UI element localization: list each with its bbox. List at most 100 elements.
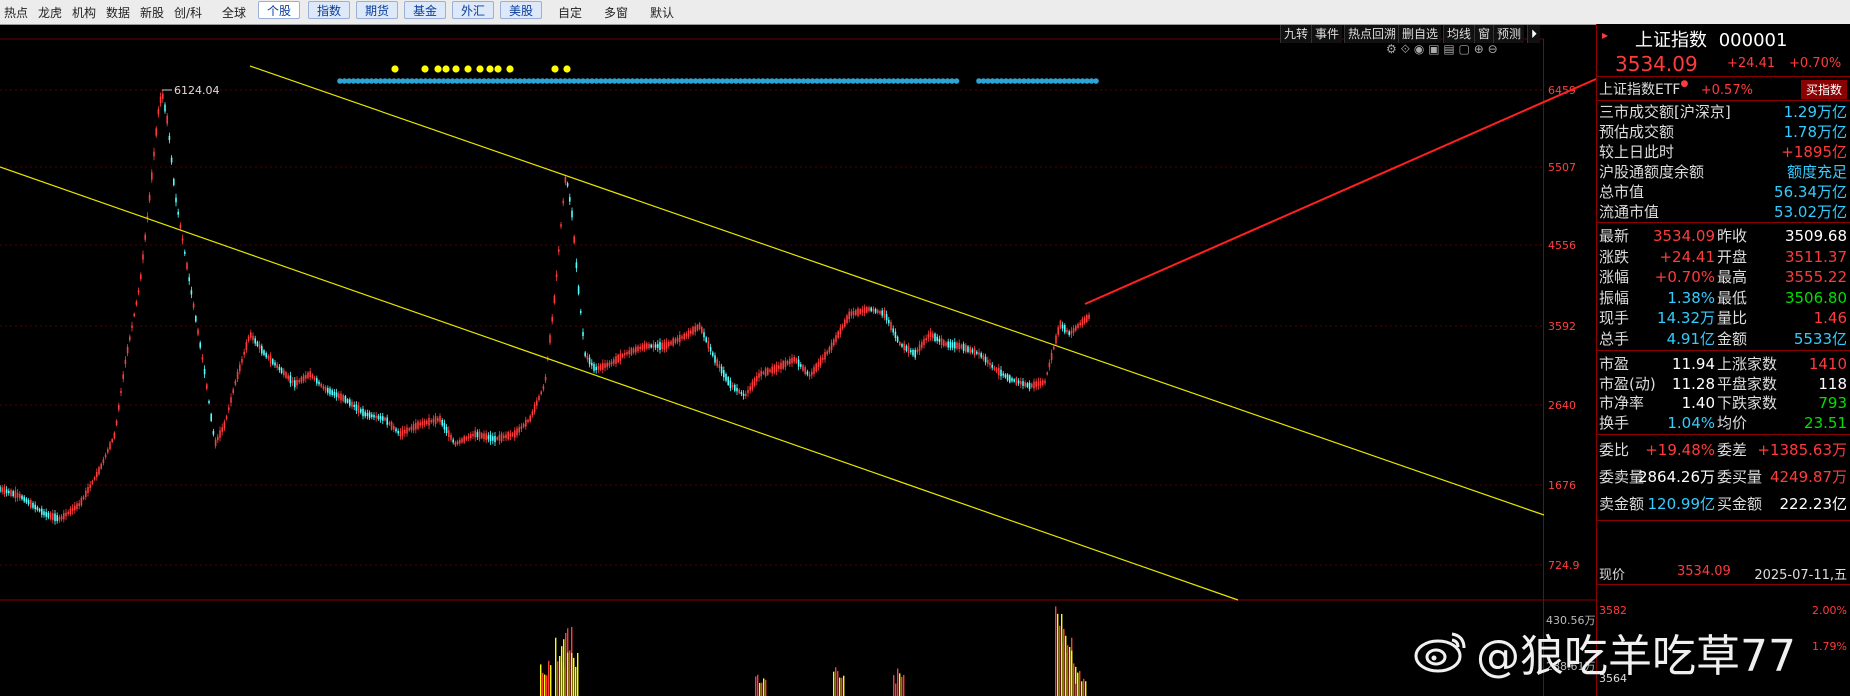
- btn-index[interactable]: 指数: [308, 1, 351, 19]
- candle-body: [989, 362, 991, 366]
- candle-body: [670, 341, 672, 345]
- menu-moving-average[interactable]: 均线: [1443, 25, 1475, 43]
- candle-body: [115, 420, 118, 426]
- candle-body: [747, 389, 749, 394]
- candle-body: [85, 490, 87, 497]
- menu-window[interactable]: 窗: [1474, 25, 1494, 43]
- menu-hotspot-review[interactable]: 热点回溯: [1344, 25, 1400, 43]
- stat-label: 流通市值: [1599, 203, 1660, 221]
- y-tick-label: 5507: [1548, 161, 1576, 174]
- tab-multi-window[interactable]: 多窗: [604, 4, 628, 21]
- stat-label: 沪股通额度余额: [1599, 163, 1705, 181]
- candle-body: [883, 309, 886, 318]
- trash-icon[interactable]: ▤: [1443, 42, 1454, 56]
- candle-body: [104, 454, 107, 458]
- signal-dots-row: [337, 65, 1099, 84]
- candle-body: [118, 404, 120, 410]
- menu-forecast[interactable]: 预测: [1493, 25, 1525, 43]
- candle-body: [305, 374, 307, 379]
- stat-row: 沪股通额度余额 额度充足: [1599, 162, 1847, 182]
- candle-body: [826, 351, 828, 355]
- tab-star-market[interactable]: 创/科: [174, 4, 202, 21]
- btn-forex[interactable]: 外汇: [452, 1, 495, 19]
- candle-body: [397, 430, 399, 434]
- candle-body: [718, 364, 721, 369]
- candle-body: [727, 377, 729, 385]
- zoom-in-icon[interactable]: ⊕: [1474, 42, 1484, 56]
- volume-bar: [573, 657, 575, 696]
- candle-body: [1031, 383, 1033, 388]
- tab-data[interactable]: 数据: [106, 4, 130, 21]
- panel-toggle-icon[interactable]: ⏵: [1527, 25, 1541, 43]
- pin-icon[interactable]: ▸: [1597, 24, 1613, 46]
- lock-icon[interactable]: ▢: [1459, 42, 1470, 56]
- kline-chart-area[interactable]: 6459 5507 4556 3592 2640 1676 724.9 6124.04 43…: [0, 24, 1596, 696]
- candle-body: [1022, 381, 1024, 386]
- tab-custom[interactable]: 自定: [558, 4, 582, 21]
- stat-value: 53.02万亿: [1774, 203, 1847, 221]
- volume-bar: [1055, 606, 1057, 696]
- candle-body: [1028, 382, 1031, 389]
- filter-icon[interactable]: ⟐: [1401, 42, 1410, 56]
- candle-body: [668, 342, 670, 347]
- candle-body: [646, 343, 648, 349]
- candle-body: [639, 346, 641, 350]
- kline-chart[interactable]: 645955074556359226401676724.9 6124.04 43…: [0, 24, 1596, 696]
- candle-body: [901, 343, 903, 347]
- btn-us-stock[interactable]: 美股: [500, 1, 543, 19]
- candle-body: [593, 364, 595, 371]
- menu-events[interactable]: 事件: [1311, 25, 1343, 43]
- volume-bar: [1081, 681, 1083, 696]
- candle-body: [560, 224, 562, 227]
- candle-body: [426, 420, 428, 425]
- menu-jiuzhuan[interactable]: 九转: [1280, 25, 1312, 43]
- tab-default[interactable]: 默认: [650, 4, 674, 21]
- candle-body: [236, 371, 239, 380]
- btn-fund[interactable]: 基金: [404, 1, 447, 19]
- candle-body: [525, 419, 527, 427]
- tab-institution[interactable]: 机构: [72, 4, 96, 21]
- zoom-out-icon[interactable]: ⊖: [1488, 42, 1498, 56]
- buy-index-button[interactable]: 买指数: [1800, 80, 1847, 99]
- candle-body: [802, 365, 804, 371]
- tab-global[interactable]: 全球: [222, 4, 246, 21]
- trend-lines: [0, 65, 1596, 601]
- top-toolbar: 热点 龙虎 机构 数据 新股 创/科 全球 个股 指数 期货 基金 外汇 美股 …: [0, 0, 1850, 25]
- candle-body: [767, 368, 769, 375]
- quote-label-1: 振幅: [1599, 288, 1630, 307]
- tab-hotspot[interactable]: 热点: [4, 4, 28, 21]
- btn-stock[interactable]: 个股: [258, 1, 301, 19]
- candle-body: [808, 374, 811, 377]
- stat-row: 三市成交额[沪深京] 1.29万亿: [1599, 102, 1847, 122]
- candle-body: [571, 210, 573, 218]
- candle-body: [1037, 381, 1040, 386]
- etf-row[interactable]: 上证指数ETF● +0.57%: [1599, 79, 1753, 99]
- volume-bar: [575, 666, 577, 696]
- mini-tick-1: 3582: [1599, 604, 1627, 617]
- candle-body: [137, 290, 140, 293]
- camera-icon[interactable]: ▣: [1428, 42, 1439, 56]
- candle-body: [144, 234, 146, 240]
- eye-icon[interactable]: ◉: [1414, 42, 1424, 56]
- candle-body: [5, 489, 8, 494]
- candle-body: [804, 367, 806, 375]
- btn-futures[interactable]: 期货: [356, 1, 399, 19]
- menu-remove-watchlist[interactable]: 删自选: [1398, 25, 1442, 43]
- candle-body: [784, 360, 787, 368]
- volume-bar: [893, 675, 895, 696]
- y-tick-label: 4556: [1548, 239, 1576, 252]
- stat-value: 1.29万亿: [1783, 103, 1847, 121]
- settings-icon[interactable]: ⚙: [1386, 42, 1397, 56]
- candle-body: [159, 96, 162, 104]
- tab-new-stock[interactable]: 新股: [140, 4, 164, 21]
- tab-dragon-tiger[interactable]: 龙虎: [38, 4, 62, 21]
- candle-body: [406, 427, 408, 434]
- candle-body: [21, 495, 23, 500]
- candle-body: [549, 335, 551, 343]
- candle-body: [731, 385, 734, 388]
- candle-body: [56, 515, 58, 521]
- candle-body: [1020, 381, 1022, 385]
- candle-body: [604, 363, 606, 368]
- candle-body: [1039, 381, 1042, 386]
- candle-body: [762, 371, 765, 374]
